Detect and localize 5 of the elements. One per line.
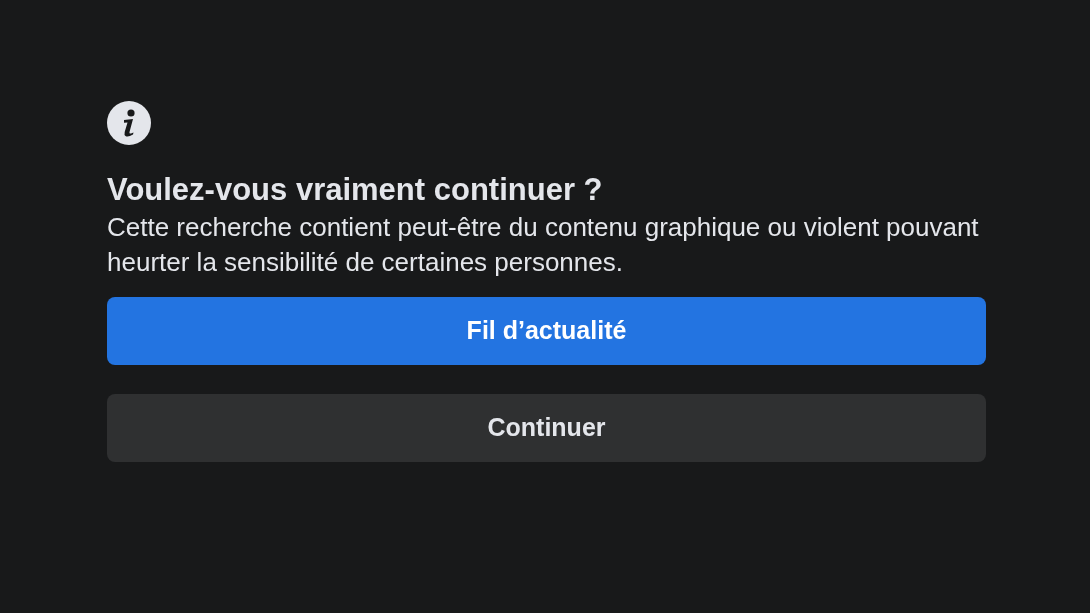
dialog-message: Cette recherche contient peut-être du contenu graphique ou violent pouvant heurter la sensibilité de certaines personnes. <box>107 211 980 279</box>
info-icon <box>107 101 151 145</box>
continue-button[interactable]: Continuer <box>107 394 986 462</box>
dialog-title: Voulez-vous vraiment continuer ? <box>107 171 604 209</box>
news-feed-button[interactable]: Fil d’actualité <box>107 297 986 365</box>
